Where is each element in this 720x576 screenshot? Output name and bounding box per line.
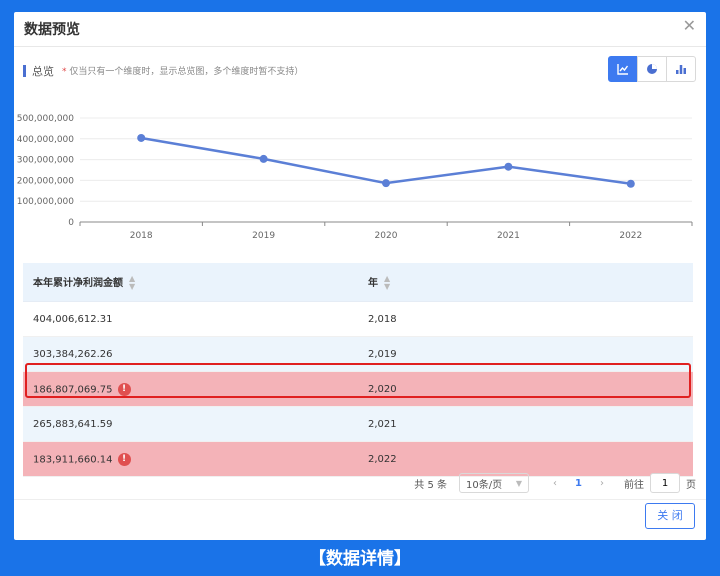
x-tick-label: 2021 — [497, 231, 520, 240]
dialog-title: 数据预览 — [24, 22, 80, 38]
table-row: 303,384,262.26 2,019 — [23, 336, 693, 372]
warning-icon[interactable]: ! — [117, 382, 131, 396]
data-point — [504, 162, 513, 171]
section-label: 总览 — [32, 65, 54, 78]
pie-chart-icon — [647, 64, 657, 74]
y-tick-label: 100,000,000 — [17, 197, 75, 207]
sort-icon[interactable]: ▲ ▼ — [129, 274, 135, 291]
page-size-value: 10条/页 — [466, 479, 503, 491]
bar-chart-button[interactable] — [666, 56, 696, 82]
column-header-year-label: 年 — [368, 277, 378, 289]
x-tick-label: 2020 — [375, 231, 398, 240]
table-row-error: 186,807,069.75! 2,020 — [23, 371, 693, 407]
goto-page-input[interactable] — [650, 473, 680, 493]
cell-year: 2,018 — [358, 301, 693, 337]
cell-amount: 183,911,660.14! — [23, 441, 358, 477]
section-hint: * 仅当只有一个维度时，显示总览图，多个维度时暂不支持） — [62, 64, 303, 77]
cell-year: 2,020 — [358, 371, 693, 407]
line-chart-button[interactable] — [608, 56, 638, 82]
data-point — [382, 179, 390, 188]
next-page-button[interactable]: › — [600, 478, 604, 489]
page-size-select[interactable]: 10条/页 ▼ — [459, 473, 530, 493]
pager-total: 共 5 条 — [414, 479, 448, 491]
close-icon[interactable]: ✕ — [683, 18, 696, 34]
column-header-year[interactable]: 年 ▲ ▼ — [358, 263, 693, 302]
table-row: 265,883,641.59 2,021 — [23, 406, 693, 442]
column-header-amount-label: 本年累计净利润金额 — [33, 277, 123, 289]
pie-chart-button[interactable] — [637, 56, 667, 82]
prev-page-button[interactable]: ‹ — [553, 478, 557, 489]
dialog-header: 数据预览 ✕ — [14, 12, 706, 47]
image-caption: 【数据详情】 — [309, 549, 411, 569]
cell-amount-text: 303,384,262.26 — [33, 348, 113, 360]
y-tick-label: 300,000,000 — [17, 156, 75, 166]
column-header-amount[interactable]: 本年累计净利润金额 ▲ ▼ — [23, 263, 358, 302]
pagination: 共 5 条 10条/页 ▼ ‹ 1 › 前往 页 — [414, 473, 696, 493]
footer-divider — [14, 499, 706, 500]
chart-svg: 0 100,000,000 200,000,000 300,000,000 400,00… — [17, 114, 693, 241]
y-tick-label: 200,000,000 — [17, 176, 75, 186]
cell-amount: 404,006,612.31 — [23, 301, 358, 337]
table-row-error: 183,911,660.14! 2,022 — [23, 441, 693, 477]
data-table: 本年累计净利润金额 ▲ ▼ 年 ▲ ▼ 404,006,612.31 2,018 303… — [23, 263, 693, 477]
x-tick-label: 2018 — [130, 231, 153, 240]
data-point — [137, 133, 146, 142]
page-number-current[interactable]: 1 — [575, 478, 582, 489]
y-tick-label: 0 — [68, 218, 74, 228]
series-line — [140, 136, 631, 185]
table-header-row: 本年累计净利润金额 ▲ ▼ 年 ▲ ▼ — [23, 263, 693, 302]
goto-label: 前往 — [624, 479, 644, 491]
cell-amount: 186,807,069.75! — [23, 371, 358, 407]
sort-icon[interactable]: ▲ ▼ — [384, 274, 390, 291]
cell-amount-text: 265,883,641.59 — [33, 418, 113, 430]
data-point — [259, 154, 268, 163]
x-tick-label: 2019 — [252, 231, 275, 240]
cell-year: 2,021 — [358, 406, 693, 442]
chevron-down-icon: ▼ — [515, 478, 523, 488]
cell-amount-text: 404,006,612.31 — [33, 313, 113, 325]
bar-chart-icon — [676, 65, 686, 74]
warning-icon[interactable]: ! — [117, 452, 131, 466]
data-point — [626, 179, 635, 188]
x-tick-label: 2022 — [619, 231, 642, 240]
table-row: 404,006,612.31 2,018 — [23, 301, 693, 337]
data-preview-dialog: 数据预览 ✕ 总览 * 仅当只有一个维度时，显示总览图，多个维度时暂不支持） 0… — [14, 12, 706, 540]
chart-type-switch — [608, 56, 696, 82]
goto-suffix: 页 — [686, 479, 696, 491]
line-chart: 0 100,000,000 200,000,000 300,000,000 400,00… — [14, 100, 706, 241]
cell-amount: 265,883,641.59 — [23, 406, 358, 442]
cell-amount-text: 186,807,069.75 — [33, 384, 113, 395]
cell-year: 2,022 — [358, 441, 693, 477]
close-button[interactable]: 关 闭 — [645, 503, 695, 529]
section-marker — [23, 65, 26, 77]
cell-amount-text: 183,911,660.14 — [33, 454, 113, 465]
hint-text: 仅当只有一个维度时，显示总览图，多个维度时暂不支持） — [69, 67, 304, 77]
y-tick-label: 400,000,000 — [17, 135, 75, 145]
cell-amount: 303,384,262.26 — [23, 336, 358, 372]
cell-year: 2,019 — [358, 336, 693, 372]
y-tick-label: 500,000,000 — [17, 114, 75, 124]
line-chart-icon — [617, 64, 629, 75]
hint-star: * — [62, 67, 67, 77]
